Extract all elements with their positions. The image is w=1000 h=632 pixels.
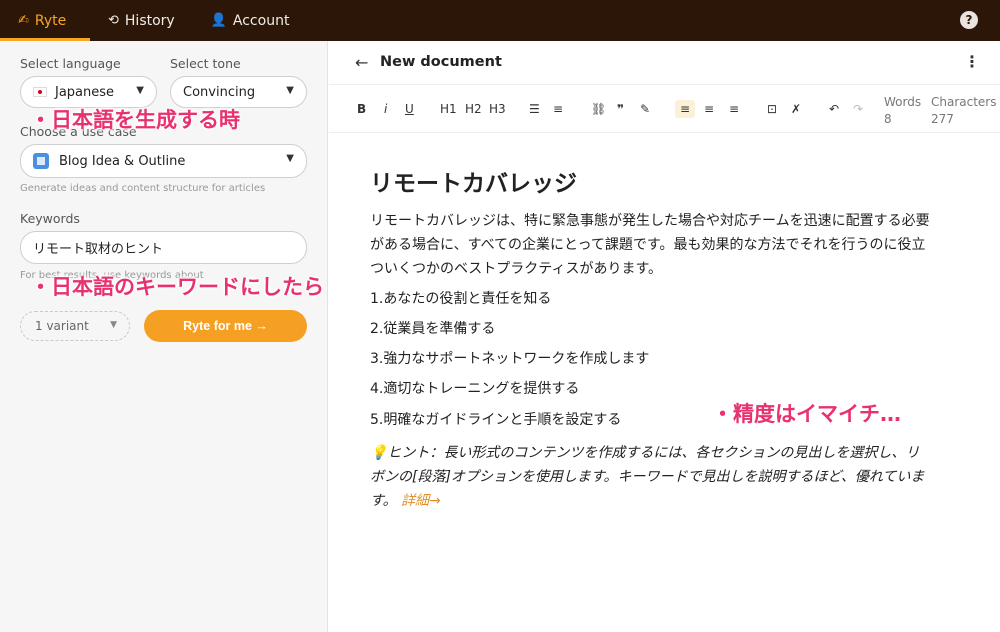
top-nav: ✍ Ryte ⟲ History 👤 Account ? — [0, 0, 1000, 41]
nav-brand-label: Ryte — [34, 12, 67, 29]
list-item-3: 3.強力なサポートネットワークを作成します — [370, 351, 650, 367]
tip-line-1: 💡ヒント：長い形式のコンテンツを作成するには、各セクションの見出しを選択し、リ — [370, 445, 920, 461]
tone-value: Convincing — [183, 84, 256, 100]
more-vertical-icon[interactable]: ⋮ — [964, 52, 980, 71]
intro-line-2: がある場合に、すべての企業にとって課題です。最も効果的な方法でそれを行うのに役立 — [370, 237, 926, 253]
editor-toolbar: B i U H1 H2 H3 ☰ ≡ ⛓ ❞ ✎ ≡ ≡ ≡ ⊡ ✗ ↶ ↷ W… — [329, 85, 1000, 133]
list-item-2: 2.従業員を準備する — [370, 321, 496, 337]
list-item-1: 1.あなたの役割と責任を知る — [370, 291, 552, 307]
document-header: ← New document ⋮ — [329, 41, 1000, 85]
highlight-pen-icon[interactable]: ✎ — [640, 100, 650, 118]
japan-flag-icon — [33, 87, 47, 97]
help-icon[interactable]: ? — [960, 11, 978, 29]
quote-icon[interactable]: ❞ — [617, 100, 624, 118]
characters-value: 277 — [931, 112, 954, 126]
heading1-button[interactable]: H1 — [440, 100, 457, 118]
usecase-select[interactable]: Blog Idea & Outline ▼ — [20, 144, 307, 178]
heading3-button[interactable]: H3 — [489, 100, 506, 118]
words-label: Words — [884, 95, 922, 109]
nav-account-label: Account — [232, 12, 290, 29]
chevron-down-icon: ▼ — [136, 85, 144, 96]
ryte-logo-icon: ✍ — [18, 13, 29, 28]
language-value: Japanese — [55, 84, 115, 100]
word-count: Words 8 — [884, 94, 921, 128]
chevron-down-icon: ▼ — [286, 85, 294, 96]
tip-line-3-text: す。 — [370, 493, 397, 509]
chevron-down-icon: ▼ — [110, 320, 117, 330]
align-right-icon[interactable]: ≡ — [729, 100, 739, 118]
keywords-input[interactable] — [20, 231, 307, 264]
intro-line-1: リモートカバレッジは、特に緊急事態が発生した場合や対応チームを迅速に配置する必要 — [370, 213, 930, 229]
words-value: 8 — [884, 112, 892, 126]
document-heading: リモートカバレッジ — [370, 171, 577, 197]
annotation-accuracy: ・精度はイマイチ… — [712, 402, 901, 426]
list-item-4: 4.適切なトレーニングを提供する — [370, 381, 580, 397]
nav-history-label: History — [124, 12, 175, 29]
variant-value: 1 variant — [35, 319, 89, 333]
align-center-icon[interactable]: ≡ — [704, 100, 714, 118]
history-icon: ⟲ — [108, 13, 119, 28]
tone-label: Select tone — [170, 56, 241, 71]
variant-select[interactable]: 1 variant ▼ — [20, 311, 130, 341]
tip-line-3: す。 詳細→ — [370, 489, 441, 513]
align-left-icon[interactable]: ≡ — [675, 100, 695, 118]
ryte-for-me-button[interactable]: Ryte for me → — [144, 310, 307, 342]
learn-more-link[interactable]: 詳細→ — [401, 493, 441, 509]
list-item-5: 5.明確なガイドラインと手順を設定する — [370, 412, 622, 428]
bullet-list-icon[interactable]: ☰ — [529, 100, 540, 118]
characters-label: Characters — [931, 95, 997, 109]
nav-account[interactable]: 👤 Account — [193, 0, 308, 41]
numbered-list-icon[interactable]: ≡ — [553, 100, 563, 118]
main-editor: ← New document ⋮ B i U H1 H2 H3 ☰ ≡ ⛓ ❞ … — [329, 41, 1000, 632]
heading2-button[interactable]: H2 — [465, 100, 482, 118]
redo-icon[interactable]: ↷ — [853, 100, 863, 118]
character-count: Characters 277 — [931, 94, 997, 128]
bold-button[interactable]: B — [357, 100, 366, 118]
tip-line-2: ボンの[段落]オプションを使用します。キーワードで見出しを説明するほど、優れてい… — [370, 469, 925, 485]
document-icon — [33, 153, 49, 169]
clear-format-icon[interactable]: ✗ — [791, 100, 801, 118]
annotation-japanese-keyword: ・日本語のキーワードにしたら — [30, 275, 324, 299]
usecase-hint: Generate ideas and content structure for… — [20, 183, 266, 194]
language-label: Select language — [20, 56, 121, 71]
intro-line-3: ついくつかのベストプラクティスがあります。 — [370, 261, 663, 277]
link-icon[interactable]: ⛓ — [591, 100, 606, 118]
user-icon: 👤 — [210, 13, 227, 28]
undo-icon[interactable]: ↶ — [829, 100, 839, 118]
keywords-label: Keywords — [20, 211, 80, 226]
annotation-generate-japanese: ・日本語を生成する時 — [30, 108, 240, 132]
arrow-left-icon[interactable]: ← — [355, 53, 368, 72]
underline-button[interactable]: U — [405, 100, 414, 118]
italic-button[interactable]: i — [384, 100, 387, 118]
chevron-down-icon: ▼ — [286, 153, 294, 164]
usecase-value: Blog Idea & Outline — [59, 153, 186, 169]
select-all-icon[interactable]: ⊡ — [767, 100, 777, 118]
document-title: New document — [380, 54, 502, 70]
nav-history[interactable]: ⟲ History — [90, 0, 193, 41]
nav-brand-ryte[interactable]: ✍ Ryte — [0, 0, 90, 41]
